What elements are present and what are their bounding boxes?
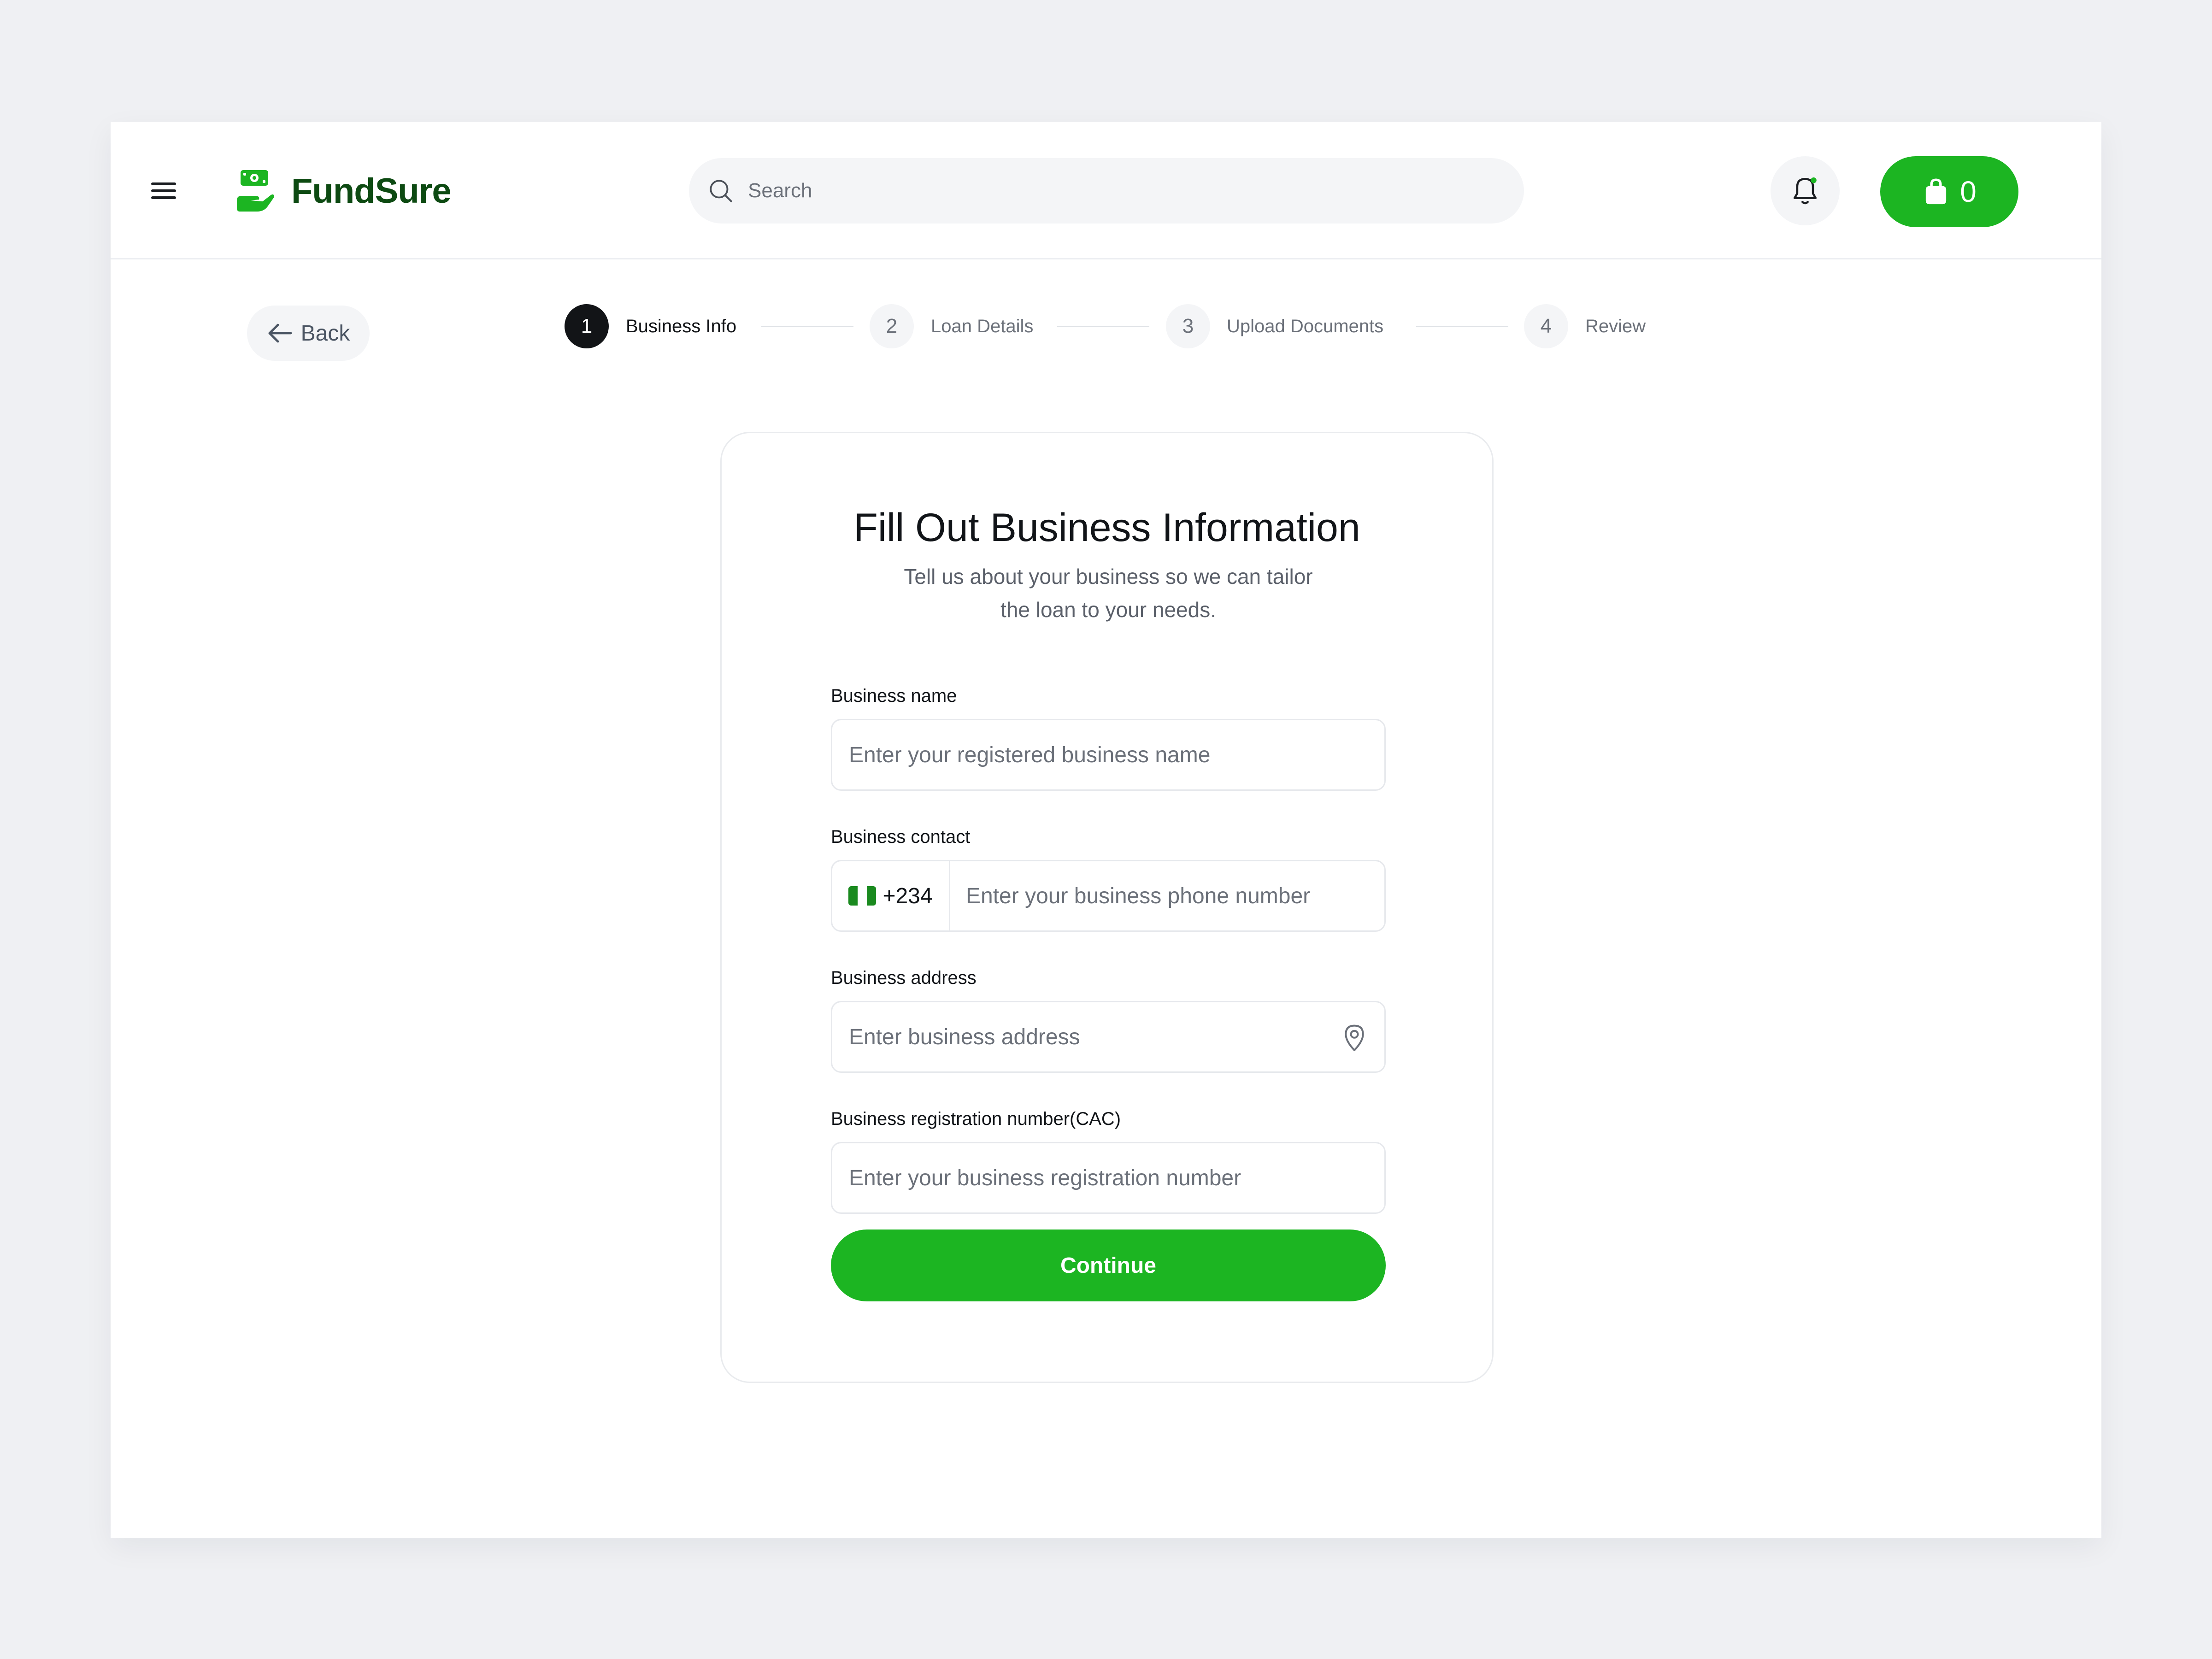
business-address-label: Business address — [831, 968, 977, 988]
business-contact-label: Business contact — [831, 827, 971, 847]
map-pin-icon[interactable] — [1342, 1023, 1367, 1052]
form-subtitle-line: Tell us about your business so we can ta… — [904, 565, 1313, 588]
arrow-left-icon — [268, 324, 292, 343]
business-contact-field[interactable]: +234 — [831, 860, 1386, 932]
continue-button[interactable]: Continue — [831, 1230, 1386, 1301]
step-4-label[interactable]: Review — [1585, 304, 1646, 348]
step-1-label[interactable]: Business Info — [626, 304, 736, 348]
business-info-card: Fill Out Business Information Tell us ab… — [720, 432, 1494, 1383]
form-title: Fill Out Business Information — [853, 506, 1360, 550]
country-code: +234 — [882, 883, 933, 908]
country-code-selector[interactable]: +234 — [832, 861, 950, 930]
registration-number-field[interactable] — [831, 1142, 1386, 1214]
business-name-input[interactable] — [849, 720, 1356, 789]
app-window: FundSure 0 — [111, 122, 2101, 1538]
step-connector — [1057, 326, 1149, 327]
business-name-label: Business name — [831, 686, 957, 706]
top-header: FundSure 0 — [111, 122, 2101, 259]
search-bar[interactable] — [689, 158, 1524, 224]
step-connector — [1416, 326, 1508, 327]
business-name-field[interactable] — [831, 719, 1386, 791]
menu-icon[interactable] — [151, 182, 176, 199]
business-address-input[interactable] — [849, 1002, 1310, 1071]
form-subtitle: Tell us about your business so we can ta… — [860, 560, 1357, 626]
cart-count: 0 — [1960, 175, 1977, 208]
form-subtitle-line: the loan to your needs. — [1000, 598, 1216, 622]
step-2-label[interactable]: Loan Details — [931, 304, 1033, 348]
step-2-indicator[interactable]: 2 — [870, 304, 914, 348]
step-connector — [761, 326, 853, 327]
search-input[interactable] — [748, 158, 1485, 224]
notifications-button[interactable] — [1771, 156, 1840, 225]
cart-button[interactable]: 0 — [1880, 156, 2018, 227]
search-icon — [710, 180, 732, 202]
step-3-indicator[interactable]: 3 — [1166, 304, 1210, 348]
registration-number-label: Business registration number(CAC) — [831, 1109, 1121, 1129]
step-1-indicator[interactable]: 1 — [565, 304, 609, 348]
step-3-label[interactable]: Upload Documents — [1227, 304, 1383, 348]
step-4-indicator[interactable]: 4 — [1524, 304, 1568, 348]
back-label: Back — [300, 321, 350, 346]
back-button[interactable]: Back — [247, 306, 370, 361]
business-address-field[interactable] — [831, 1001, 1386, 1073]
shopping-bag-icon — [1926, 178, 1947, 205]
registration-number-input[interactable] — [849, 1143, 1356, 1212]
business-phone-input[interactable] — [966, 861, 1371, 930]
nigeria-flag-icon — [848, 886, 877, 906]
bell-icon — [1793, 177, 1817, 205]
hand-money-logo-icon — [237, 170, 274, 212]
brand-name[interactable]: FundSure — [291, 168, 452, 214]
